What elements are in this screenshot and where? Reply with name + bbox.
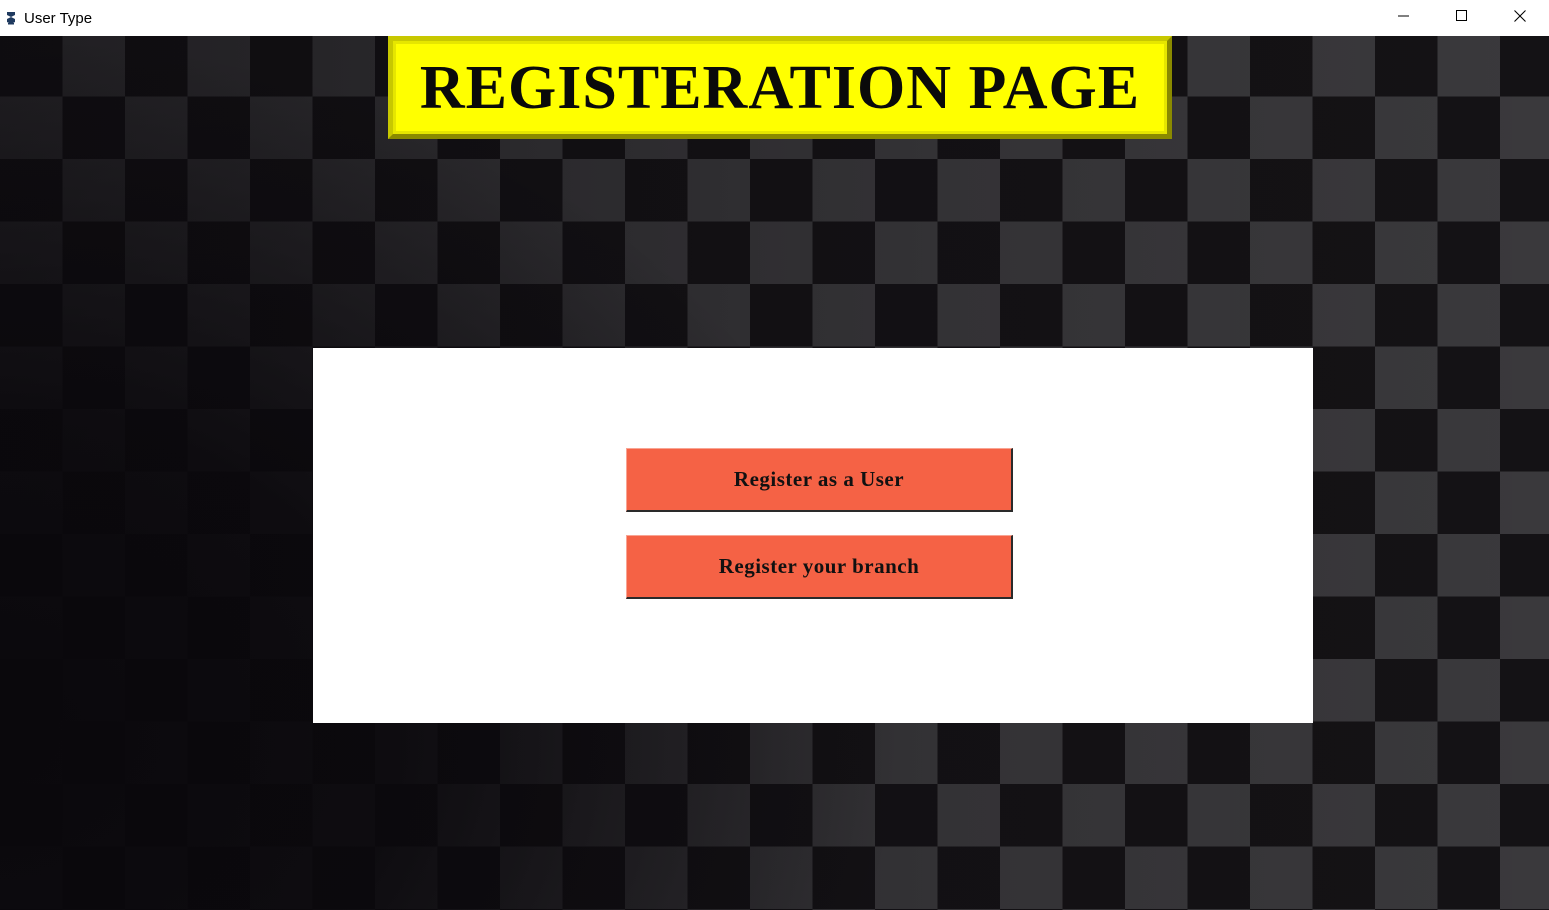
- maximize-button[interactable]: [1433, 0, 1491, 32]
- checkerboard-background: REGISTERATION PAGE Register as a User Re…: [0, 36, 1549, 910]
- maximize-icon: [1456, 10, 1467, 21]
- title-bar[interactable]: User Type: [0, 0, 1549, 36]
- close-icon: [1514, 10, 1526, 22]
- minimize-button[interactable]: [1375, 0, 1433, 32]
- register-branch-button[interactable]: Register your branch: [626, 535, 1013, 599]
- register-user-button[interactable]: Register as a User: [626, 448, 1013, 512]
- app-window: User Type REGISTERATION PAGE Register as…: [0, 0, 1549, 910]
- registration-panel: Register as a User Register your branch: [313, 348, 1313, 723]
- close-button[interactable]: [1491, 0, 1549, 32]
- window-title: User Type: [24, 9, 93, 27]
- registration-banner: REGISTERATION PAGE: [388, 36, 1172, 139]
- python-feather-icon: [4, 11, 18, 25]
- banner-title: REGISTERATION PAGE: [419, 53, 1141, 122]
- window-controls: [1375, 0, 1549, 36]
- minimize-icon: [1398, 15, 1409, 17]
